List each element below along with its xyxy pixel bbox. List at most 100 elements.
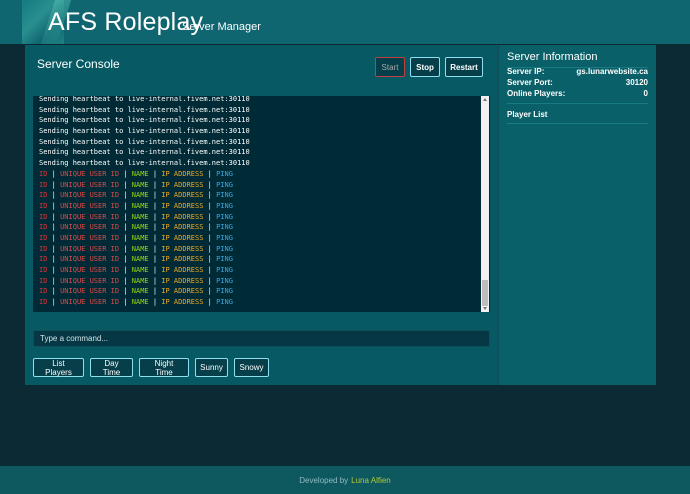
command-input[interactable] (33, 330, 490, 347)
console-col-separator: | (123, 223, 128, 232)
console-col-ping: PING (216, 287, 233, 296)
console-col-separator: | (51, 191, 56, 200)
console-col-separator: | (207, 201, 212, 210)
console-col-ping: PING (216, 276, 233, 285)
console-col-ip-address: IP ADDRESS (161, 169, 204, 178)
restart-button[interactable]: Restart (445, 57, 483, 77)
server-port-label: Server Port: (507, 78, 553, 87)
console-col-id: ID (39, 223, 48, 232)
console-heartbeat-line: Sending heartbeat to live-internal.fivem… (39, 105, 250, 114)
console-col-separator: | (123, 276, 128, 285)
start-button[interactable]: Start (375, 57, 405, 77)
server-port-value: 30120 (625, 78, 648, 87)
console-col-ping: PING (216, 233, 233, 242)
console-col-separator: | (123, 201, 128, 210)
console-col-separator: | (207, 169, 212, 178)
console-col-unique-user-id: UNIQUE USER ID (60, 169, 120, 178)
console-col-id: ID (39, 266, 48, 274)
stop-button[interactable]: Stop (410, 57, 440, 77)
console-col-unique-user-id: UNIQUE USER ID (60, 180, 120, 189)
server-ip-value: gs.lunarwebsite.ca (576, 67, 648, 76)
console-col-separator: | (207, 223, 212, 232)
console-col-separator: | (51, 266, 56, 274)
console-player-table-header-line: ID | UNIQUE USER ID | NAME | IP ADDRESS … (39, 297, 250, 308)
console-col-separator: | (207, 233, 212, 242)
console-col-separator: | (152, 233, 158, 242)
player-list-title: Player List (507, 110, 548, 119)
console-col-id: ID (39, 169, 48, 178)
console-scrollbar[interactable] (481, 96, 489, 312)
console-col-unique-user-id: UNIQUE USER ID (60, 255, 120, 264)
console-col-name: NAME (131, 212, 149, 221)
console-col-separator: | (207, 255, 212, 264)
console-col-name: NAME (131, 233, 149, 242)
console-col-unique-user-id: UNIQUE USER ID (60, 233, 120, 242)
console-col-separator: | (152, 255, 158, 264)
console-col-ping: PING (216, 212, 233, 221)
console-col-separator: | (51, 201, 56, 210)
console-col-ip-address: IP ADDRESS (161, 180, 204, 189)
scroll-down-arrow-icon[interactable] (483, 307, 487, 310)
console-col-separator: | (123, 169, 128, 178)
console-heartbeat-line: Sending heartbeat to live-internal.fivem… (39, 127, 250, 136)
server-info-panel: Server Information Server IP: gs.lunarwe… (498, 45, 656, 385)
console-player-table-header-line: ID | UNIQUE USER ID | NAME | IP ADDRESS … (39, 244, 250, 255)
console-col-separator: | (51, 180, 56, 189)
console-col-id: ID (39, 212, 48, 221)
console-col-separator: | (51, 223, 56, 232)
console-col-unique-user-id: UNIQUE USER ID (60, 266, 120, 274)
console-col-unique-user-id: UNIQUE USER ID (60, 287, 120, 296)
console-col-separator: | (152, 244, 158, 253)
server-port-row: Server Port: 30120 (507, 78, 648, 89)
console-player-table-header-line: ID | UNIQUE USER ID | NAME | IP ADDRESS … (39, 212, 250, 223)
footer-author-link[interactable]: Luna Alfien (351, 476, 391, 485)
console-col-ip-address: IP ADDRESS (161, 223, 204, 232)
console-col-ping: PING (216, 255, 233, 264)
console-col-separator: | (152, 298, 158, 307)
console-col-separator: | (51, 287, 56, 296)
console-col-name: NAME (131, 255, 149, 264)
console-col-name: NAME (131, 287, 149, 296)
scroll-up-arrow-icon[interactable] (483, 98, 487, 101)
footer-credit-prefix: Developed by (299, 475, 349, 485)
console-col-separator: | (207, 287, 212, 296)
console-col-separator: | (152, 266, 158, 274)
console-col-ping: PING (216, 180, 233, 189)
console-heartbeat-line: Sending heartbeat to live-internal.fivem… (39, 137, 250, 146)
day-time-button[interactable]: Day Time (90, 358, 133, 377)
console-col-ping: PING (216, 169, 233, 178)
console-col-unique-user-id: UNIQUE USER ID (60, 276, 120, 285)
console-col-unique-user-id: UNIQUE USER ID (60, 191, 120, 200)
console-col-id: ID (39, 201, 48, 210)
console-col-ping: PING (216, 223, 233, 232)
console-col-name: NAME (131, 266, 149, 274)
console-player-table-header-line: ID | UNIQUE USER ID | NAME | IP ADDRESS … (39, 169, 250, 180)
list-players-button[interactable]: List Players (33, 358, 84, 377)
scrollbar-thumb[interactable] (482, 280, 488, 306)
console-col-name: NAME (131, 298, 149, 307)
console-col-separator: | (207, 212, 212, 221)
console-player-table-header-line: ID | UNIQUE USER ID | NAME | IP ADDRESS … (39, 190, 250, 201)
console-col-name: NAME (131, 244, 149, 253)
console-col-name: NAME (131, 276, 149, 285)
night-time-button[interactable]: Night Time (139, 358, 189, 377)
server-ip-label: Server IP: (507, 67, 545, 76)
console-col-separator: | (152, 276, 158, 285)
online-players-row: Online Players: 0 (507, 89, 648, 100)
console-col-unique-user-id: UNIQUE USER ID (60, 223, 120, 232)
app-title: AFS Roleplay (48, 8, 204, 36)
console-col-ip-address: IP ADDRESS (161, 255, 204, 264)
online-players-value: 0 (643, 89, 648, 98)
sunny-button[interactable]: Sunny (195, 358, 228, 377)
console-col-separator: | (152, 212, 158, 221)
console-col-ping: PING (216, 191, 233, 200)
console-col-unique-user-id: UNIQUE USER ID (60, 212, 120, 221)
console-col-separator: | (123, 266, 128, 274)
console-col-name: NAME (131, 180, 149, 189)
console-col-separator: | (123, 244, 128, 253)
console-player-table-header-line: ID | UNIQUE USER ID | NAME | IP ADDRESS … (39, 265, 250, 276)
server-console-output[interactable]: Sending heartbeat to live-internal.fivem… (33, 96, 490, 312)
snowy-button[interactable]: Snowy (234, 358, 269, 377)
console-col-id: ID (39, 180, 48, 189)
console-col-separator: | (51, 169, 56, 178)
